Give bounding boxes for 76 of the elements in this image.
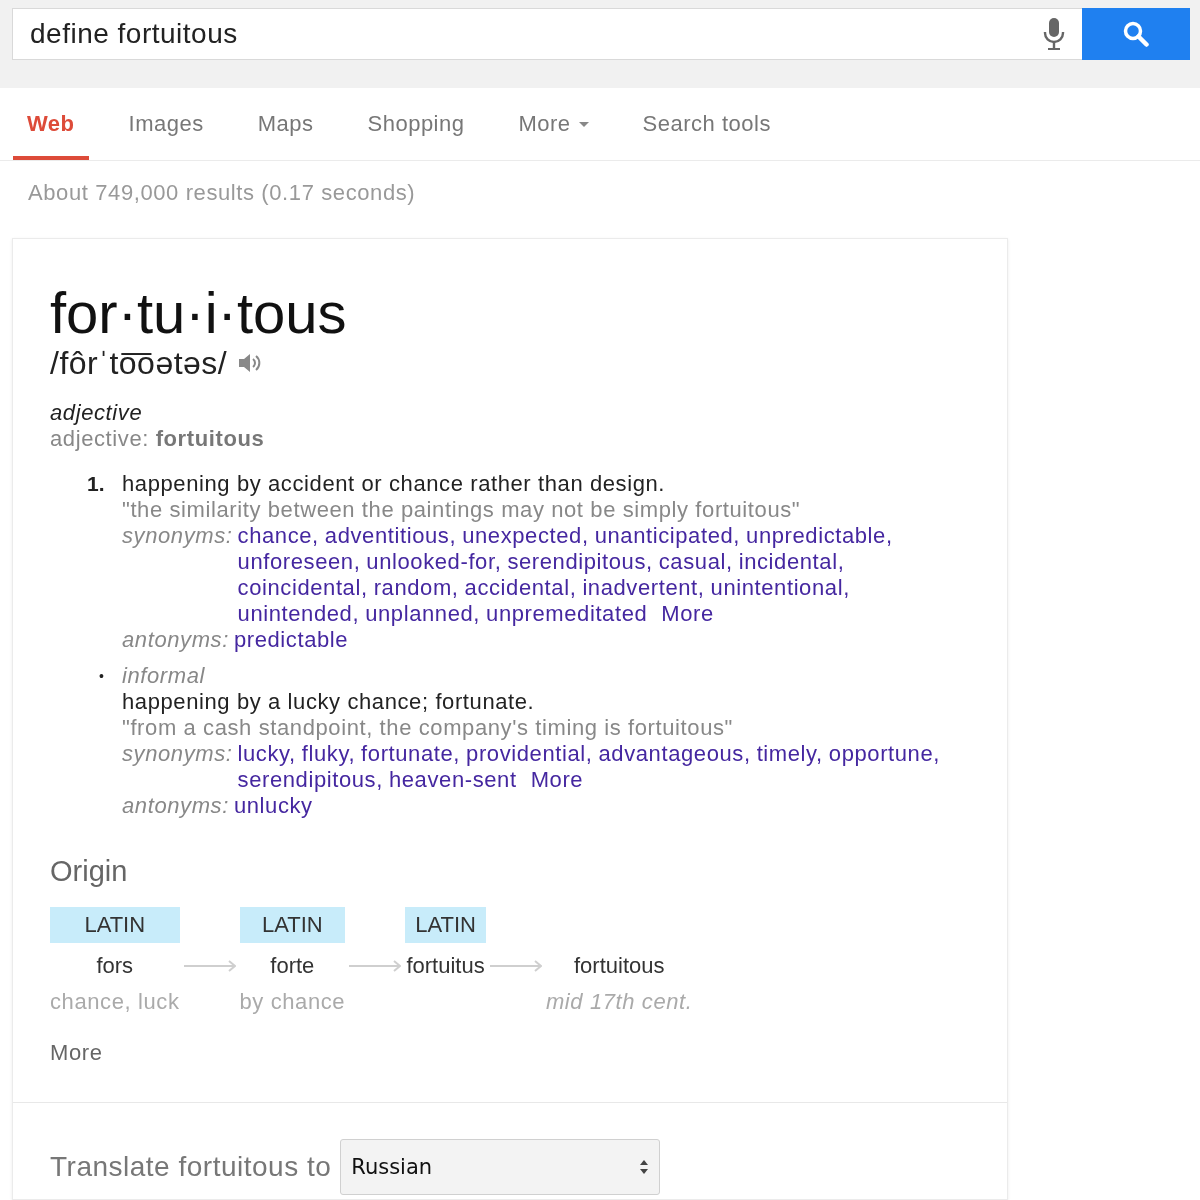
synonyms-label: synonyms: xyxy=(122,741,233,767)
synonym-link[interactable]: fluky, xyxy=(301,741,356,767)
tab[interactable]: Maps xyxy=(243,88,328,160)
origin-heading: Origin xyxy=(50,855,128,887)
etymon-meaning: by chance xyxy=(239,989,346,1015)
synonym-link[interactable]: unanticipated, xyxy=(594,523,741,549)
etymon-word: fors xyxy=(96,954,134,978)
definition-text: happening by a lucky chance; fortunate. xyxy=(122,689,535,715)
pronunciation: /fôrˈto͞oətəs/ xyxy=(50,345,228,381)
language-select[interactable]: Russian xyxy=(340,1139,661,1195)
etymon-word: fortuitous xyxy=(573,954,665,978)
headword: for·tu·i·tous xyxy=(50,281,347,345)
tab[interactable]: Search tools xyxy=(628,88,785,160)
synonym-link[interactable]: unforeseen, xyxy=(237,549,361,575)
tab[interactable]: Shopping xyxy=(353,88,479,160)
synonym-link[interactable]: unpremeditated xyxy=(486,601,648,627)
search-icon xyxy=(1123,21,1149,47)
result-stats: About 749,000 results (0.17 seconds) xyxy=(27,179,416,205)
etymon-word: fortuitus xyxy=(406,954,485,978)
caret-icon xyxy=(578,121,589,127)
synonym-link[interactable]: unexpected, xyxy=(462,523,589,549)
search-button[interactable] xyxy=(1082,8,1190,60)
microphone-icon[interactable] xyxy=(1043,18,1065,50)
language-tag: LATIN xyxy=(50,907,180,943)
synonym-link[interactable]: advantageous, xyxy=(598,741,751,767)
synonym-link[interactable]: unpredictable, xyxy=(746,523,893,549)
example-sentence: "the similarity between the paintings may not be simply fortuitous" xyxy=(122,497,801,523)
inflection-text: adjective: fortuitous xyxy=(50,426,265,452)
synonym-link[interactable]: accidental, xyxy=(464,575,577,601)
synonym-link[interactable]: adventitious, xyxy=(324,523,457,549)
synonym-link[interactable]: casual, xyxy=(658,549,733,575)
synonym-link[interactable]: opportune, xyxy=(828,741,940,767)
antonym-link[interactable]: predictable xyxy=(233,627,349,653)
arrow-icon xyxy=(183,960,236,972)
synonym-link[interactable]: unlooked-for, xyxy=(366,549,502,575)
synonyms-label: synonyms: xyxy=(122,523,233,549)
origin-date: mid 17th cent. xyxy=(545,989,693,1015)
more-link[interactable]: More xyxy=(661,601,714,627)
synonym-link[interactable]: coincidental, xyxy=(237,575,368,601)
synonym-link[interactable]: fortunate, xyxy=(361,741,461,767)
synonym-link[interactable]: serendipitous, xyxy=(507,549,653,575)
register-label: informal xyxy=(122,663,206,689)
antonyms-label: antonyms: xyxy=(122,627,229,653)
arrow-icon xyxy=(489,960,542,972)
etymon-meaning: chance, luck xyxy=(50,989,180,1015)
more-link[interactable]: More xyxy=(50,1041,103,1065)
synonym-link[interactable]: inadvertent, xyxy=(582,575,705,601)
bullet-marker: • xyxy=(99,667,104,686)
synonym-link[interactable]: chance, xyxy=(237,523,319,549)
language-tag: LATIN xyxy=(405,907,486,943)
synonym-link[interactable]: unintended, xyxy=(237,601,360,627)
synonym-link[interactable]: random, xyxy=(373,575,459,601)
synonym-link[interactable]: providential, xyxy=(466,741,593,767)
antonym-link[interactable]: unlucky xyxy=(233,793,313,819)
antonyms-label: antonyms: xyxy=(122,793,229,819)
example-sentence: "from a cash standpoint, the company's timing is fortuitous" xyxy=(122,715,733,741)
synonym-link[interactable]: unintentional, xyxy=(710,575,850,601)
sense-number: 1. xyxy=(87,471,105,497)
etymon-word: forte xyxy=(270,954,315,978)
synonym-link[interactable]: serendipitous, xyxy=(237,767,383,793)
tab[interactable]: Web xyxy=(13,88,89,160)
more-link[interactable]: More xyxy=(530,767,584,793)
synonym-link[interactable]: incidental, xyxy=(738,549,845,575)
synonym-link[interactable]: timely, xyxy=(756,741,823,767)
translate-label: Translate fortuitous to xyxy=(50,1151,332,1183)
synonym-link[interactable]: unplanned, xyxy=(365,601,481,627)
search-field[interactable]: define fortuitous xyxy=(12,8,1082,60)
arrow-icon xyxy=(349,960,402,972)
tab[interactable]: Images xyxy=(114,88,218,160)
synonym-link[interactable]: lucky, xyxy=(237,741,296,767)
synonym-link[interactable]: heaven-sent xyxy=(388,767,517,793)
chevron-updown-icon xyxy=(639,1159,650,1175)
definition-text: happening by accident or chance rather than design. xyxy=(122,471,666,497)
language-tag: LATIN xyxy=(239,907,346,943)
tab[interactable]: More xyxy=(504,88,603,160)
part-of-speech: adjective xyxy=(50,400,143,426)
